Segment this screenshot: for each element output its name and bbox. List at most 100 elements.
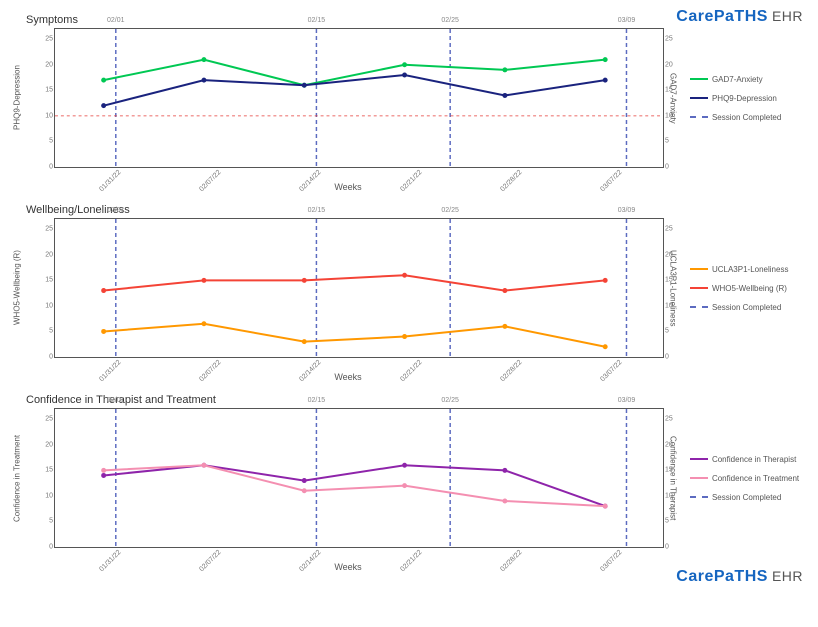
y-tick: 15 bbox=[665, 467, 685, 474]
session-label: 02/01 bbox=[107, 207, 125, 214]
data-point bbox=[101, 468, 106, 473]
y-tick: 20 bbox=[665, 251, 685, 258]
legend-label: Session Completed bbox=[712, 113, 781, 122]
legend-swatch bbox=[690, 97, 708, 99]
legend-item: Session Completed bbox=[690, 303, 808, 312]
y-axis-label-left: WHO5-Wellbeing (R) bbox=[10, 218, 24, 358]
brand-logo-bottom: CarePaTHSEHR bbox=[676, 568, 803, 586]
session-label: 02/01 bbox=[107, 17, 125, 24]
data-point bbox=[101, 103, 106, 108]
y-tick: 10 bbox=[665, 492, 685, 499]
session-label: 02/15 bbox=[308, 207, 326, 214]
y-axis-label-left: Confidence in Treatment bbox=[10, 408, 24, 548]
data-point bbox=[302, 83, 307, 88]
y-tick: 10 bbox=[665, 112, 685, 119]
legend-swatch bbox=[690, 496, 708, 498]
y-tick: 5 bbox=[665, 518, 685, 525]
session-label: 02/25 bbox=[441, 207, 459, 214]
brand-name: CarePaTHS bbox=[676, 568, 768, 585]
data-point bbox=[302, 478, 307, 483]
series-line bbox=[104, 465, 606, 506]
plot-area: 02/0102/1502/2503/0905101520250510152025… bbox=[54, 28, 664, 168]
legend-item: Session Completed bbox=[690, 113, 808, 122]
y-tick: 20 bbox=[665, 61, 685, 68]
data-point bbox=[603, 504, 608, 509]
data-point bbox=[302, 339, 307, 344]
y-tick: 25 bbox=[665, 416, 685, 423]
data-point bbox=[603, 78, 608, 83]
plot-area: 02/0102/1502/2503/0905101520250510152025… bbox=[54, 218, 664, 358]
legend-item: PHQ9-Depression bbox=[690, 94, 808, 103]
y-tick: 5 bbox=[665, 328, 685, 335]
chart-2: Confidence in Therapist and TreatmentCon… bbox=[10, 394, 808, 572]
session-label: 02/25 bbox=[441, 17, 459, 24]
data-point bbox=[402, 62, 407, 67]
session-label: 03/09 bbox=[618, 17, 636, 24]
y-tick: 5 bbox=[33, 328, 53, 335]
y-tick: 0 bbox=[33, 354, 53, 361]
y-tick: 0 bbox=[665, 164, 685, 171]
chart-0: SymptomsPHQ9-Depression02/0102/1502/2503… bbox=[10, 14, 808, 192]
y-tick: 0 bbox=[33, 544, 53, 551]
brand-suffix: EHR bbox=[772, 568, 803, 584]
legend-swatch bbox=[690, 458, 708, 460]
session-label: 02/01 bbox=[107, 397, 125, 404]
y-tick: 15 bbox=[665, 87, 685, 94]
y-tick: 10 bbox=[33, 302, 53, 309]
data-point bbox=[502, 288, 507, 293]
data-point bbox=[402, 463, 407, 468]
data-point bbox=[201, 78, 206, 83]
legend: UCLA3P1-Loneliness WHO5-Wellbeing (R) Sess… bbox=[680, 218, 808, 358]
series-line bbox=[104, 324, 606, 347]
session-label: 03/09 bbox=[618, 207, 636, 214]
y-tick: 25 bbox=[33, 36, 53, 43]
data-point bbox=[603, 278, 608, 283]
y-axis-label-left: PHQ9-Depression bbox=[10, 28, 24, 168]
legend-label: UCLA3P1-Loneliness bbox=[712, 265, 789, 274]
y-tick: 20 bbox=[33, 441, 53, 448]
data-point bbox=[302, 278, 307, 283]
legend-swatch bbox=[690, 78, 708, 80]
series-line bbox=[104, 60, 606, 86]
brand-logo-top: CarePaTHSEHR bbox=[676, 8, 803, 26]
legend-label: PHQ9-Depression bbox=[712, 94, 777, 103]
legend-label: GAD7-Anxiety bbox=[712, 75, 763, 84]
y-tick: 0 bbox=[665, 544, 685, 551]
y-tick: 10 bbox=[665, 302, 685, 309]
series-line bbox=[104, 275, 606, 290]
legend-label: Session Completed bbox=[712, 303, 781, 312]
legend-label: Session Completed bbox=[712, 493, 781, 502]
brand-name: CarePaTHS bbox=[676, 8, 768, 25]
series-line bbox=[104, 465, 606, 506]
series-line bbox=[104, 75, 606, 106]
data-point bbox=[101, 78, 106, 83]
y-tick: 25 bbox=[33, 226, 53, 233]
legend-item: GAD7-Anxiety bbox=[690, 75, 808, 84]
y-tick: 15 bbox=[33, 467, 53, 474]
legend-swatch bbox=[690, 268, 708, 270]
legend-swatch bbox=[690, 116, 708, 118]
data-point bbox=[201, 463, 206, 468]
data-point bbox=[101, 329, 106, 334]
session-label: 02/15 bbox=[308, 17, 326, 24]
x-axis-label: Weeks bbox=[38, 372, 658, 382]
y-tick: 15 bbox=[33, 277, 53, 284]
y-tick: 25 bbox=[33, 416, 53, 423]
session-label: 03/09 bbox=[618, 397, 636, 404]
legend-swatch bbox=[690, 287, 708, 289]
y-tick: 0 bbox=[665, 354, 685, 361]
x-axis-label: Weeks bbox=[38, 562, 658, 572]
data-point bbox=[201, 278, 206, 283]
data-point bbox=[502, 324, 507, 329]
legend-item: WHO5-Wellbeing (R) bbox=[690, 284, 808, 293]
legend-swatch bbox=[690, 477, 708, 479]
data-point bbox=[101, 288, 106, 293]
legend-item: Confidence in Treatment bbox=[690, 474, 808, 483]
brand-suffix: EHR bbox=[772, 8, 803, 24]
legend-item: Session Completed bbox=[690, 493, 808, 502]
y-tick: 20 bbox=[665, 441, 685, 448]
data-point bbox=[502, 499, 507, 504]
y-tick: 20 bbox=[33, 61, 53, 68]
data-point bbox=[201, 321, 206, 326]
y-tick: 5 bbox=[665, 138, 685, 145]
